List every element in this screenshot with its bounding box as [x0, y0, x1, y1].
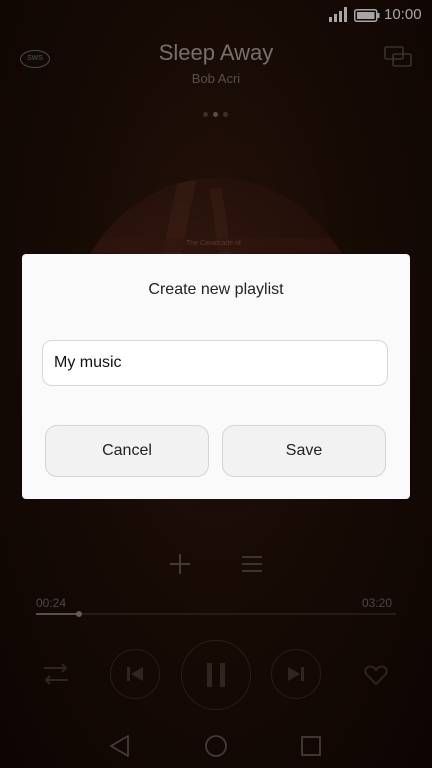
music-player-screen: 10:00 SWS Sleep Away Bob Acri The Cavalc… [0, 0, 432, 768]
playlist-name-input[interactable] [42, 340, 388, 386]
save-button[interactable]: Save [222, 425, 386, 477]
create-playlist-dialog: Create new playlist Cancel Save [22, 254, 410, 499]
dialog-title: Create new playlist [148, 281, 284, 298]
cancel-button[interactable]: Cancel [45, 425, 209, 477]
